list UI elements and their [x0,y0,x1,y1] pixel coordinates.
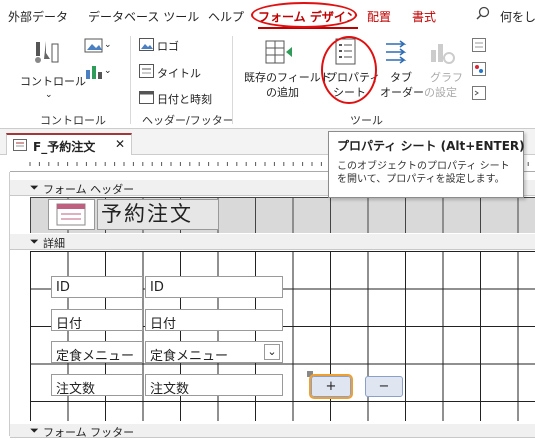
field-label-menu[interactable]: 定食メニュー [51,341,143,364]
calendar-icon[interactable] [139,90,154,107]
add-existing-fields-line2[interactable]: の追加 [266,85,299,100]
ribbon: コントロール ⌄ ⌄ ⌄ コントロール ロゴ タイトル 日付と時刻 ヘッダー/フ… [0,32,535,129]
tab-format[interactable]: 書式 [412,8,436,25]
detail-section-bar[interactable]: ⏷ 詳細 [10,234,535,250]
annotation-circle-tab [251,2,357,28]
field-label-date[interactable]: 日付 [51,309,143,332]
tab-order-icon[interactable] [383,38,413,69]
code-view-icon[interactable] [472,86,486,103]
tab-order-line2[interactable]: オーダー [380,85,424,100]
chevron-down-icon: ⌄ [104,40,112,50]
field-input-id[interactable]: ID [145,276,283,298]
field-label-id[interactable]: ID [51,276,143,298]
chevron-down-icon: ⌄ [45,90,53,100]
tab-database-tools[interactable]: データベース ツール [88,8,199,25]
section-chevron-icon: ⏷ [30,235,39,248]
header-footer-group-label: ヘッダー/フッター [142,114,234,127]
property-sheet-tooltip: プロパティ シート (Alt+ENTER) このオブジェクトのプロパティ シート… [328,131,525,198]
field-label-qty[interactable]: 注文数 [51,374,143,397]
ribbon-tab-bar: 外部データ データベース ツール ヘルプ フォーム デザイン 配置 書式 何をし [0,0,535,32]
title-button[interactable]: タイトル [157,65,201,81]
tab-arrange[interactable]: 配置 [367,8,391,25]
add-existing-fields-icon[interactable] [264,38,294,69]
annotation-circle-property [321,36,377,104]
date-time-button[interactable]: 日付と時刻 [157,91,212,107]
field-combo-menu[interactable]: 定食メニュー ⌄ [145,341,283,364]
form-title[interactable]: 予約注文 [97,199,219,230]
group-separator [130,36,131,124]
chart-settings-line2: の設定 [424,86,457,99]
tab-order-line1[interactable]: タブ [390,70,412,85]
tooltip-title: プロパティ シート (Alt+ENTER) [337,139,525,153]
logo-placeholder[interactable] [48,199,95,230]
field-combo-menu-value: 定食メニュー [150,349,229,364]
form-view-icon[interactable] [472,38,486,55]
tooltip-description: このオブジェクトのプロパティ シートを開いて、プロパティを設定します。 [337,161,510,185]
document-tab-label: F_予約注文 [33,140,96,154]
close-icon[interactable]: ✕ [115,137,125,151]
field-input-date[interactable]: 日付 [145,309,283,332]
add-existing-fields-line1[interactable]: 既存のフィールド [244,70,332,85]
theme-colors-icon[interactable] [472,62,486,79]
search-icon[interactable] [476,6,490,23]
plus-button[interactable]: + [309,374,353,399]
form-footer-label: フォーム フッター [43,426,135,439]
insert-image-icon[interactable] [84,38,104,57]
tell-me-search[interactable]: 何をし [500,8,535,25]
minus-button[interactable]: − [365,376,403,397]
tools-group-label: ツール [350,114,383,127]
document-tab[interactable]: F_予約注文 ✕ [6,133,132,155]
chevron-down-icon: ⌄ [104,66,112,76]
controls-group-label: コントロール [40,114,106,127]
group-separator [232,36,233,124]
tab-external-data[interactable]: 外部データ [8,8,68,25]
chart-settings-line1: グラフ [430,71,463,84]
insert-chart-icon[interactable] [84,64,104,83]
logo-button[interactable]: ロゴ [157,38,179,54]
field-input-qty[interactable]: 注文数 [145,374,283,397]
vertical-ruler [0,172,10,436]
controls-button-label[interactable]: コントロール [20,74,86,89]
section-chevron-icon: ⏷ [30,181,39,194]
form-icon [13,139,27,154]
detail-label: 詳細 [43,237,65,250]
form-header-label: フォーム ヘッダー [43,183,135,196]
title-icon[interactable] [139,64,154,81]
chart-settings-icon [428,38,456,69]
logo-icon[interactable] [139,38,154,54]
chevron-down-icon[interactable]: ⌄ [264,344,280,360]
tab-help[interactable]: ヘルプ [208,8,244,25]
controls-icon[interactable] [32,38,62,71]
